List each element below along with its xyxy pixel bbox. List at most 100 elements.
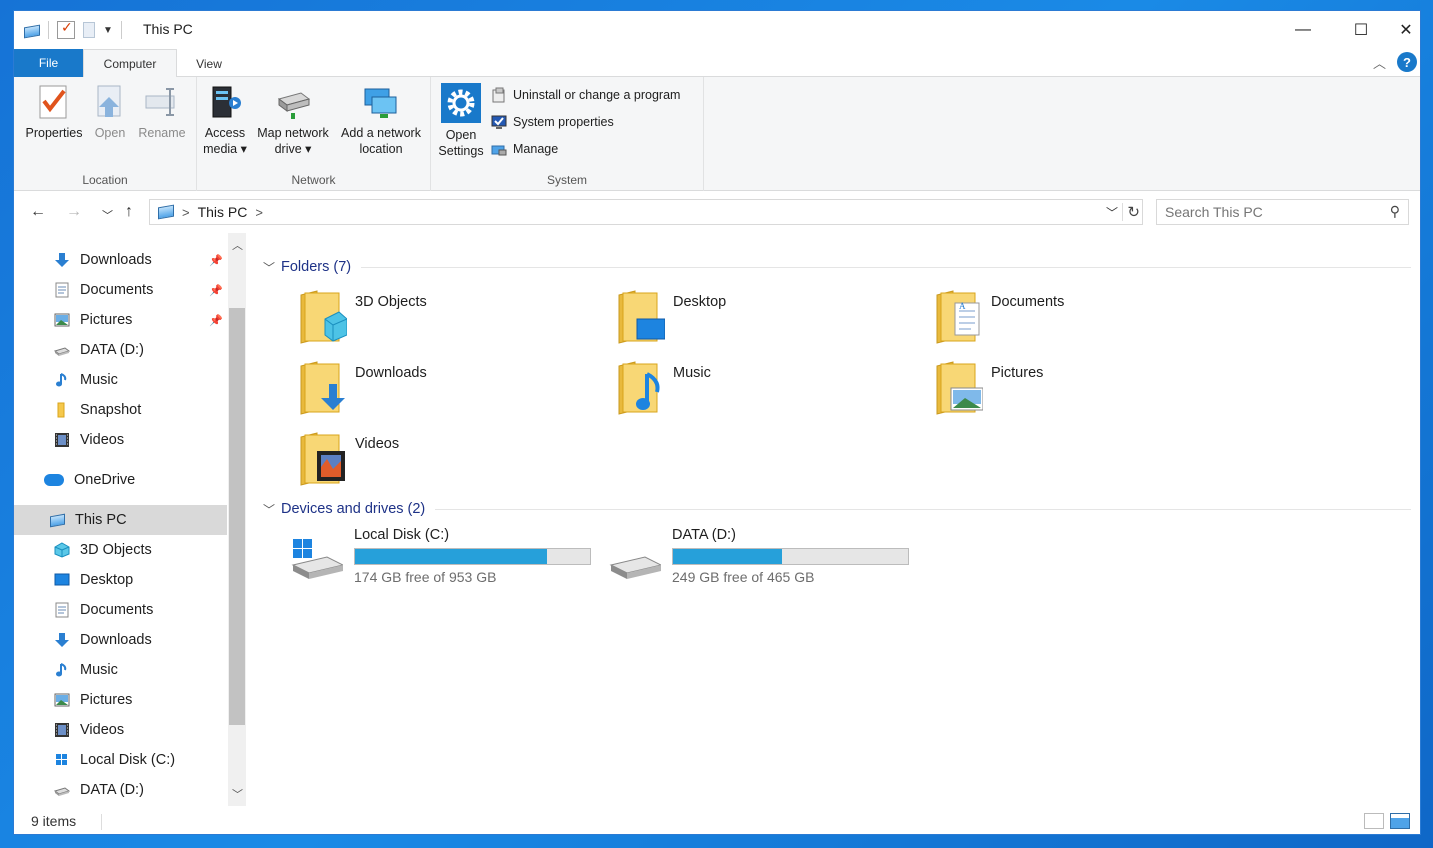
drive-tile[interactable]: Local Disk (C:) 174 GB free of 953 GB: [291, 527, 601, 591]
nav-label: Pictures: [80, 692, 133, 708]
rename-button[interactable]: Rename: [137, 83, 187, 141]
programs-icon: [491, 87, 507, 103]
nav-this-pc-child[interactable]: Local Disk (C:): [14, 745, 227, 775]
add-network-location-button[interactable]: Add a network location: [336, 83, 426, 157]
drive-tile[interactable]: DATA (D:) 249 GB free of 465 GB: [609, 527, 919, 591]
documents-icon: [54, 282, 70, 298]
folder-name: Documents: [991, 294, 1065, 310]
nav-this-pc-child[interactable]: Desktop: [14, 565, 227, 595]
nav-quick-access-item[interactable]: Downloads 📌: [14, 245, 227, 275]
nav-this-pc-child[interactable]: Documents: [14, 595, 227, 625]
ribbon-group-location: Properties Open Rename Location: [14, 77, 197, 191]
ribbon-group-network: Access media ▾ Map network drive ▾ Add a…: [197, 77, 431, 191]
nav-quick-access-item[interactable]: Videos: [14, 425, 227, 455]
close-button[interactable]: ✕: [1390, 11, 1420, 49]
toolbar-divider: [48, 21, 49, 39]
manage-label: Manage: [513, 142, 559, 156]
nav-this-pc-child[interactable]: Pictures: [14, 685, 227, 715]
tab-file[interactable]: File: [14, 49, 83, 77]
nav-this-pc-child[interactable]: Downloads: [14, 625, 227, 655]
refresh-icon[interactable]: ↻: [1122, 203, 1140, 221]
nav-this-pc[interactable]: This PC: [14, 505, 227, 535]
drive-icon: [54, 782, 70, 798]
properties-icon[interactable]: [57, 19, 75, 39]
open-button[interactable]: Open: [90, 83, 130, 141]
back-arrow-icon[interactable]: ←: [30, 203, 46, 221]
nav-onedrive[interactable]: OneDrive: [14, 465, 227, 495]
folders-section-header[interactable]: ﹀ Folders (7): [259, 256, 1411, 278]
folder-tile[interactable]: Videos: [299, 431, 599, 493]
scroll-up-icon[interactable]: ︿: [232, 237, 243, 253]
nav-label: Desktop: [80, 572, 134, 588]
recent-locations-chevron-icon[interactable]: ﹀: [102, 207, 113, 223]
breadcrumb-this-pc[interactable]: This PC: [198, 204, 248, 220]
drive-name: Local Disk (C:): [354, 527, 450, 543]
desktop-icon: [54, 572, 70, 588]
pin-icon[interactable]: 📌: [209, 254, 223, 267]
up-arrow-icon[interactable]: ↑: [125, 203, 133, 221]
maximize-button[interactable]: ☐: [1332, 11, 1390, 49]
drives-header-label: Devices and drives (2): [281, 501, 426, 517]
nav-quick-access-item[interactable]: Pictures 📌: [14, 305, 227, 335]
nav-quick-access-item[interactable]: Snapshot: [14, 395, 227, 425]
collapse-chevron-icon[interactable]: ﹀: [263, 501, 275, 518]
nav-label: Local Disk (C:): [80, 752, 176, 768]
access-media-label-2: media ▾: [203, 142, 247, 156]
folder-tile[interactable]: Desktop: [617, 289, 917, 351]
drives-section-header[interactable]: ﹀ Devices and drives (2): [259, 498, 1411, 520]
folder-name: 3D Objects: [355, 294, 427, 310]
breadcrumb-separator[interactable]: >: [182, 205, 190, 220]
nav-this-pc-child[interactable]: DATA (D:): [14, 775, 227, 805]
new-folder-icon[interactable]: [83, 22, 95, 38]
minimize-button[interactable]: —: [1274, 11, 1332, 49]
large-icons-view-icon[interactable]: [1390, 813, 1410, 829]
nav-label: 3D Objects: [80, 542, 152, 558]
folder-tile[interactable]: Downloads: [299, 360, 599, 422]
drive-usage-bar: [354, 548, 591, 565]
tab-computer[interactable]: Computer: [83, 49, 177, 78]
customize-toolbar-icon[interactable]: ▼: [103, 25, 113, 36]
nav-this-pc-child[interactable]: Videos: [14, 715, 227, 745]
nav-quick-access-item[interactable]: DATA (D:): [14, 335, 227, 365]
folder-icon: [299, 431, 347, 487]
scroll-down-icon[interactable]: ﹀: [232, 786, 243, 802]
folder-tile[interactable]: Pictures: [935, 360, 1235, 422]
help-button[interactable]: ?: [1397, 52, 1417, 72]
access-media-button[interactable]: Access media ▾: [201, 83, 249, 157]
map-network-drive-button[interactable]: Map network drive ▾: [253, 83, 333, 157]
nav-quick-access-item[interactable]: Music: [14, 365, 227, 395]
search-box[interactable]: ⚲: [1156, 199, 1409, 225]
folder-tile[interactable]: 3D Objects: [299, 289, 599, 351]
details-view-icon[interactable]: [1364, 813, 1384, 829]
tab-view[interactable]: View: [186, 49, 232, 78]
nav-this-pc-child[interactable]: Music: [14, 655, 227, 685]
nav-pane-scrollbar[interactable]: ︿ ﹀: [228, 233, 246, 806]
windows-drive-icon: [291, 539, 343, 579]
manage-button[interactable]: Manage: [491, 141, 558, 157]
folder-tile[interactable]: A Documents: [935, 289, 1235, 351]
folder-tile[interactable]: Music: [617, 360, 917, 422]
access-media-label-1: Access: [204, 126, 246, 140]
content-pane: ﹀ Folders (7) 3D Objects Desktop A Document…: [259, 233, 1419, 806]
documents-icon: [54, 602, 70, 618]
nav-this-pc-child[interactable]: 3D Objects: [14, 535, 227, 565]
address-dropdown-chevron-icon[interactable]: ﹀: [1106, 204, 1118, 221]
pin-icon[interactable]: 📌: [209, 284, 223, 297]
uninstall-program-button[interactable]: Uninstall or change a program: [491, 87, 680, 103]
forward-arrow-icon[interactable]: →: [66, 203, 82, 221]
pin-icon[interactable]: 📌: [209, 314, 223, 327]
drive-usage-fill: [673, 549, 783, 564]
collapse-chevron-icon[interactable]: ﹀: [263, 259, 275, 276]
breadcrumb-separator[interactable]: >: [255, 205, 263, 220]
system-properties-button[interactable]: System properties: [491, 114, 614, 130]
nav-label: Videos: [80, 432, 125, 448]
open-settings-button[interactable]: Open Settings: [435, 83, 487, 159]
scrollbar-thumb[interactable]: [229, 308, 245, 725]
search-input[interactable]: [1165, 200, 1385, 224]
address-bar[interactable]: > This PC > ﹀ ↻: [149, 199, 1143, 225]
search-icon[interactable]: ⚲: [1390, 203, 1400, 220]
nav-quick-access-item[interactable]: Documents 📌: [14, 275, 227, 305]
properties-button[interactable]: Properties: [22, 83, 86, 141]
windows-drive-icon: [54, 752, 70, 768]
collapse-ribbon-icon[interactable]: ︿: [1373, 53, 1386, 72]
